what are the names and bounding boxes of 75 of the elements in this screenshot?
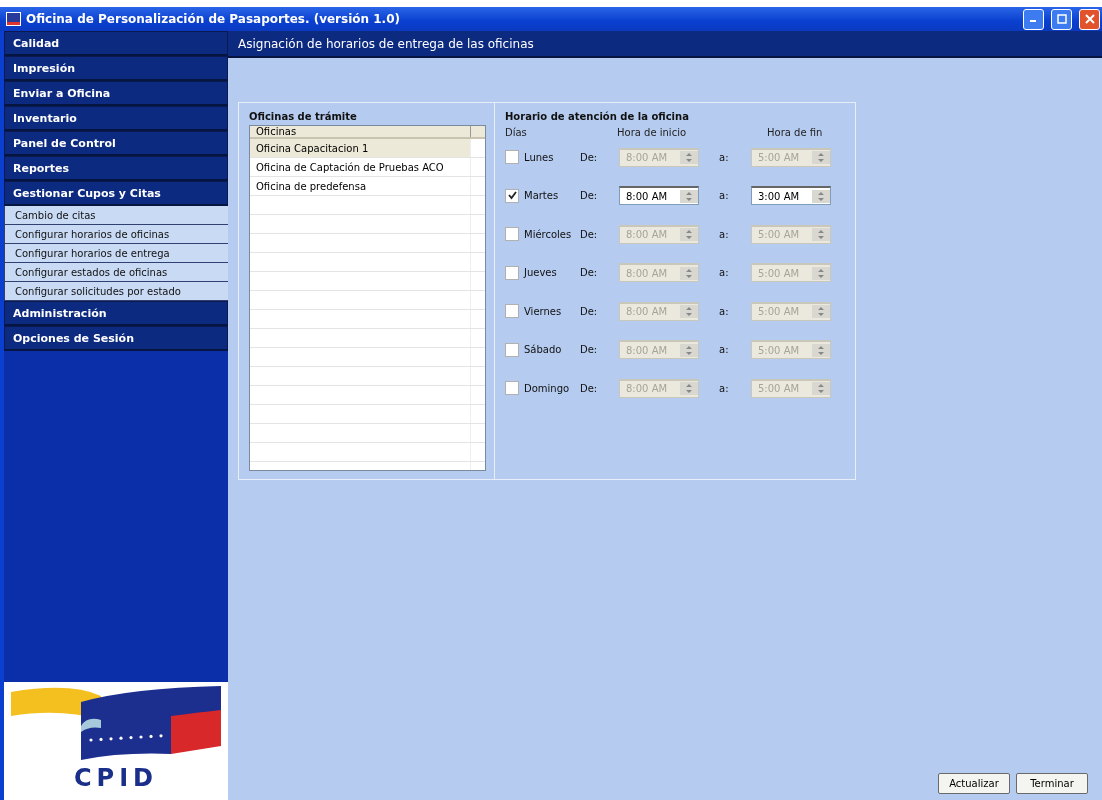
spinner-arrows-icon[interactable] (812, 266, 830, 280)
sidebar-menu-item[interactable]: Inventario (4, 106, 228, 131)
to-label: a: (718, 151, 730, 163)
sidebar-menu-item[interactable]: Administración (4, 301, 228, 326)
day-label: Lunes (524, 151, 555, 163)
sidebar-submenu-item[interactable]: Cambio de citas (4, 206, 228, 225)
from-label: De: (580, 190, 599, 202)
day-label: Viernes (524, 305, 563, 317)
spinner-arrows-icon[interactable] (812, 382, 830, 396)
action-button[interactable]: Terminar (1016, 773, 1088, 794)
spinner-arrows-icon[interactable] (680, 151, 698, 165)
spinner-arrows-icon[interactable] (812, 151, 830, 165)
sidebar-submenu-item[interactable]: Configurar horarios de oficinas (4, 225, 228, 244)
sidebar-menu-item[interactable]: Gestionar Cupos y Citas (4, 181, 228, 206)
close-icon (1084, 14, 1095, 24)
from-label: De: (580, 382, 599, 394)
day-checkbox[interactable] (505, 150, 519, 165)
maximize-button[interactable] (1051, 8, 1072, 30)
to-label: a: (718, 344, 730, 356)
day-checkbox[interactable] (505, 381, 519, 396)
day-label: Sábado (524, 344, 563, 356)
spinner-arrows-icon[interactable] (680, 266, 698, 280)
section-title: Oficinas de trámite (249, 111, 358, 122)
spinner-arrows-icon[interactable] (812, 228, 830, 242)
from-label: De: (580, 151, 599, 163)
spinner-arrows-icon[interactable] (812, 343, 830, 357)
minimize-button[interactable] (1023, 8, 1044, 30)
sidebar-menu-item[interactable]: Enviar a Oficina (4, 81, 228, 106)
column-label: Días (505, 127, 528, 138)
sidebar-menu-item[interactable]: Opciones de Sesión (4, 326, 228, 351)
from-label: De: (580, 228, 599, 240)
end-time-spinner[interactable]: 3:00 AM (751, 186, 831, 206)
sidebar-menu-item[interactable]: Reportes (4, 156, 228, 181)
spinner-arrows-icon[interactable] (680, 343, 698, 357)
day-checkbox[interactable] (505, 265, 519, 280)
day-label: Martes (524, 190, 560, 202)
app-icon (6, 12, 21, 26)
to-label: a: (718, 190, 730, 202)
from-label: De: (580, 344, 599, 356)
to-label: a: (718, 267, 730, 279)
column-label: Hora de inicio (617, 127, 688, 138)
page-title: Asignación de horarios de entrega de las oficinas (228, 31, 1102, 58)
day-label: Jueves (524, 267, 558, 279)
day-checkbox[interactable] (505, 304, 519, 319)
sidebar-submenu-item[interactable]: Configurar estados de oficinas (4, 263, 228, 282)
to-label: a: (718, 382, 730, 394)
day-checkbox[interactable] (505, 227, 519, 242)
table-cell[interactable]: Oficina Capacitacion 1 (250, 139, 471, 157)
close-button[interactable] (1079, 8, 1100, 30)
spinner-arrows-icon[interactable] (812, 305, 830, 319)
window-title: Oficina de Personalización de Pasaportes. (versión 1.0) (26, 12, 401, 26)
from-label: De: (580, 305, 599, 317)
maximize-icon (1056, 14, 1067, 24)
sidebar-menu-item[interactable]: Impresión (4, 56, 228, 81)
day-checkbox[interactable] (505, 188, 519, 203)
sidebar-submenu-item[interactable]: Configurar solicitudes por estado (4, 282, 228, 301)
action-button[interactable]: Actualizar (938, 773, 1010, 794)
sidebar-menu-item[interactable]: Panel de Control (4, 131, 228, 156)
day-checkbox[interactable] (505, 342, 519, 357)
spinner-arrows-icon[interactable] (680, 382, 698, 396)
sidebar-menu-item[interactable]: Calidad (4, 31, 228, 56)
spinner-arrows-icon[interactable] (812, 189, 830, 203)
sidebar-submenu-item[interactable]: Configurar horarios de entrega (4, 244, 228, 263)
day-label: Miércoles (524, 228, 573, 240)
spinner-arrows-icon[interactable] (680, 189, 698, 203)
to-label: a: (718, 228, 730, 240)
spinner-arrows-icon[interactable] (680, 228, 698, 242)
column-label: Hora de fin (767, 127, 824, 138)
start-time-spinner[interactable]: 8:00 AM (619, 186, 699, 206)
spinner-arrows-icon[interactable] (680, 305, 698, 319)
logo-text: CPID (73, 764, 159, 792)
to-label: a: (718, 305, 730, 317)
from-label: De: (580, 267, 599, 279)
day-label: Domingo (524, 382, 571, 394)
section-title: Horario de atención de la oficina (505, 111, 690, 122)
